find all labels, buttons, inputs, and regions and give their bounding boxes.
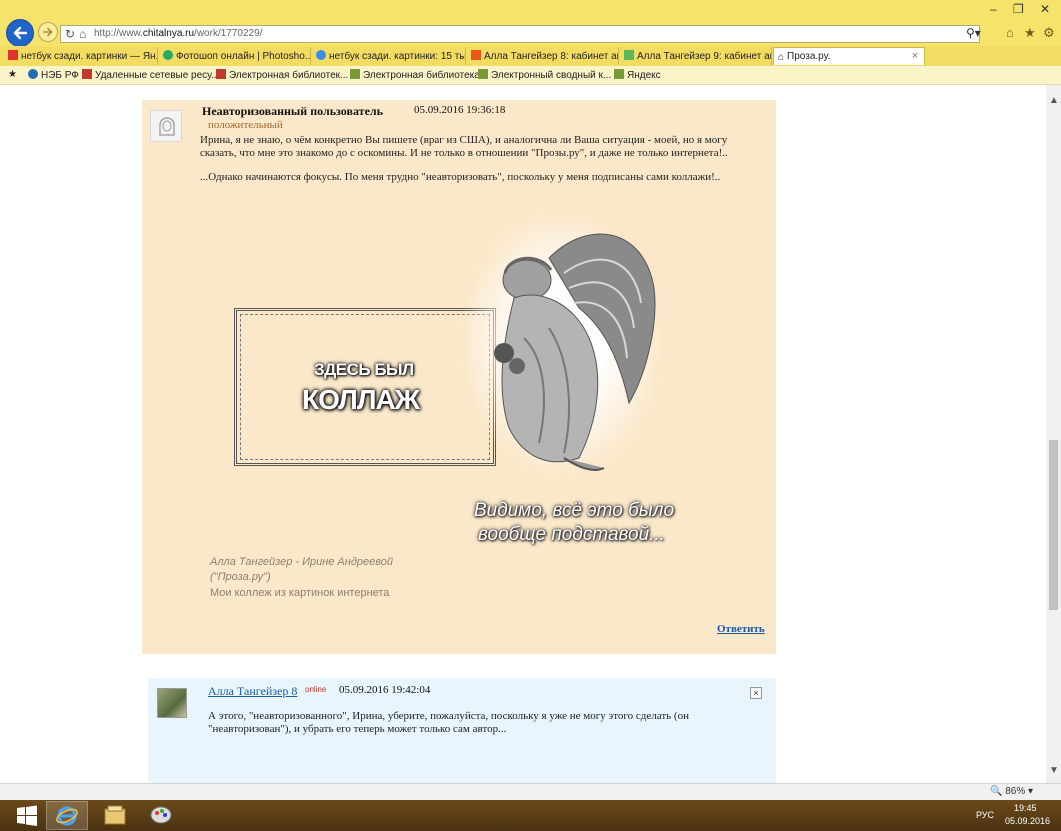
comment-alla: Алла Тангейзер 8 online 05.09.2016 19:42… xyxy=(148,678,776,783)
comment-date: 05.09.2016 19:36:18 xyxy=(414,104,506,116)
page-icon xyxy=(614,69,624,79)
zoom-control[interactable]: 🔍 86% ▾ xyxy=(990,786,1033,797)
page-icon xyxy=(478,69,488,79)
comment-author: Неавторизованный пользователь xyxy=(202,104,383,118)
avatar[interactable] xyxy=(157,688,187,718)
fav-neb[interactable]: НЭБ РФ xyxy=(28,69,79,81)
collage-caption: Мои коллеж из картинок интернета xyxy=(210,587,390,599)
windows-taskbar: РУС 19:45 05.09.2016 xyxy=(0,800,1061,831)
tab-proza-active[interactable]: ⌂ Проза.ру. × xyxy=(773,47,925,65)
forward-button[interactable] xyxy=(38,22,58,42)
comment-text-line: "неавторизован"), и убрать его теперь мо… xyxy=(208,723,507,735)
scrollbar-thumb[interactable] xyxy=(1049,440,1058,610)
arrow-right-icon xyxy=(43,27,53,37)
clock-time[interactable]: 19:45 xyxy=(1014,803,1037,813)
favorites-star-icon[interactable]: ★ xyxy=(8,69,17,80)
vertical-scrollbar[interactable]: ▲ ▼ xyxy=(1046,85,1061,783)
comment-text-line: Ирина, я не знаю, о чём конкретно Вы пиш… xyxy=(200,134,728,146)
comment-text-line: ...Однако начинаются фокусы. По меня тру… xyxy=(200,171,721,183)
comment-date: 05.09.2016 19:42:04 xyxy=(339,684,431,696)
start-button[interactable] xyxy=(6,801,48,830)
minimize-icon[interactable]: – xyxy=(990,2,997,16)
chevron-down-icon[interactable]: ▼ xyxy=(1049,765,1059,776)
address-search-icon[interactable]: ⚲▾ xyxy=(966,26,981,40)
fav-elibrary-1[interactable]: Электронная библиотек... xyxy=(216,69,348,81)
paint-palette-icon xyxy=(150,806,172,824)
comment-status: положительный xyxy=(208,119,283,131)
site-icon xyxy=(471,50,481,60)
collage-title-line2: КОЛЛАЖ xyxy=(302,384,420,415)
arrow-left-icon xyxy=(13,26,28,40)
comment-text-line: сказать, что мне это знакомо до с оскоми… xyxy=(200,147,728,159)
page-icon xyxy=(350,69,360,79)
restore-icon[interactable]: ❐ xyxy=(1013,2,1024,16)
comment-unauthorized: Неавторизованный пользователь 05.09.2016… xyxy=(142,100,776,654)
comment-text: А этого, "неавторизованного", Ирина, убе… xyxy=(208,710,748,736)
taskbar-explorer[interactable] xyxy=(94,801,136,830)
page-viewport: Неавторизованный пользователь 05.09.2016… xyxy=(0,85,1045,783)
address-bar[interactable]: ↻ ⌂ http://www.chitalnya.ru/work/1770229… xyxy=(60,25,980,43)
internet-explorer-icon xyxy=(56,806,78,826)
comment-text-line: А этого, "неавторизованного", Ирина, убе… xyxy=(208,710,689,722)
favorites-bar: ★ НЭБ РФ Удаленные сетевые ресу... Элект… xyxy=(0,66,1061,85)
comment-author-link[interactable]: Алла Тангейзер 8 xyxy=(208,684,297,699)
collage-caption: ("Проза.ру") xyxy=(210,571,271,583)
tab-photoshop[interactable]: Фотошоп онлайн | Photosho... xyxy=(159,47,311,65)
status-bar: 🔍 86% ▾ xyxy=(0,783,1061,800)
angel-statue-image xyxy=(494,233,656,471)
fav-elibrary-2[interactable]: Электронная библиотека xyxy=(350,69,480,81)
language-indicator[interactable]: РУС xyxy=(976,810,994,820)
folder-icon xyxy=(104,805,126,825)
tab-alla-8[interactable]: Алла Тангейзер 8: кабинет ав... xyxy=(467,47,619,65)
refresh-icon[interactable]: ↻ xyxy=(65,27,75,41)
tab-images[interactable]: нетбук сзади. картинки: 15 ты... xyxy=(312,47,466,65)
chevron-up-icon[interactable]: ▲ xyxy=(1049,95,1059,106)
browser-titlebar: – ❐ ✕ ↻ ⌂ http://www.chitalnya.ru/work/1… xyxy=(0,0,1061,47)
tab-yandex[interactable]: нетбук сзади. картинки — Ян... xyxy=(4,47,158,65)
collage-title-line1: ЗДЕСЬ БЫЛ xyxy=(314,360,414,379)
collage-caption: Алла Тангейзер - Ирине Андреевой xyxy=(210,556,393,568)
tab-bar: нетбук сзади. картинки — Ян... Фотошоп о… xyxy=(0,46,1061,67)
home-page-icon: ⌂ xyxy=(778,52,785,63)
ie-icon xyxy=(316,50,326,60)
library-icon xyxy=(216,69,226,79)
library-icon xyxy=(82,69,92,79)
clock-date[interactable]: 05.09.2016 xyxy=(1005,816,1050,826)
taskbar-ie[interactable] xyxy=(46,801,88,830)
fav-catalog[interactable]: Электронный сводный к... xyxy=(478,69,611,81)
url-text[interactable]: http://www.chitalnya.ru/work/1770229/ xyxy=(94,28,262,39)
fav-remote-resources[interactable]: Удаленные сетевые ресу... xyxy=(82,69,220,81)
site-icon xyxy=(624,50,634,60)
home-icon[interactable]: ⌂ xyxy=(1006,25,1014,40)
reply-link[interactable]: Ответить xyxy=(717,623,765,635)
taskbar-paint[interactable] xyxy=(140,801,182,830)
pen-icon xyxy=(163,50,173,60)
collage-tagline-line1: Видимо, всё это было xyxy=(474,500,675,521)
collage-tagline-line2: вообще подставой... xyxy=(478,524,666,545)
back-button[interactable] xyxy=(6,19,34,47)
neb-icon xyxy=(28,69,38,79)
page-icon: ⌂ xyxy=(79,27,87,41)
fav-yandex[interactable]: Яндекс xyxy=(614,69,661,81)
close-window-icon[interactable]: ✕ xyxy=(1040,2,1050,16)
user-silhouette-icon xyxy=(159,117,175,136)
settings-gear-icon[interactable]: ⚙ xyxy=(1043,25,1055,41)
tab-alla-9[interactable]: Алла Тангейзер 9: кабинет ав... xyxy=(620,47,772,65)
yandex-icon xyxy=(8,50,18,60)
collage-image: ЗДЕСЬ БЫЛ КОЛЛАЖ Видимо, всё это было во… xyxy=(204,198,744,623)
online-badge: online xyxy=(305,685,327,694)
avatar xyxy=(150,110,182,142)
favorites-star-icon[interactable]: ★ xyxy=(1024,25,1036,41)
tab-close-icon[interactable]: × xyxy=(912,50,918,62)
windows-logo-icon xyxy=(17,805,37,826)
delete-comment-icon[interactable]: × xyxy=(750,687,762,699)
